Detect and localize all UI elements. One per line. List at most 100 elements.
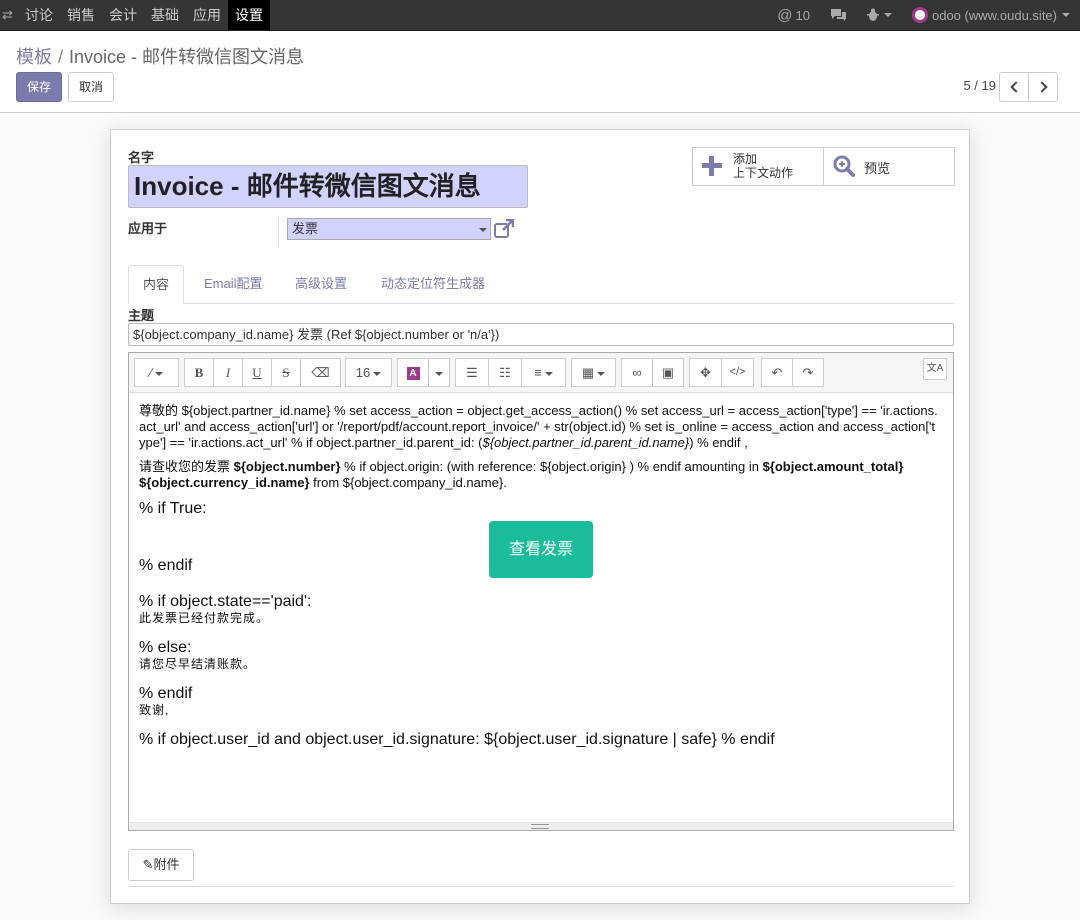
menu-item-sales[interactable]: 销售 — [60, 0, 102, 30]
add-context-action-line2: 上下文动作 — [733, 166, 794, 180]
chevron-down-icon — [479, 228, 487, 232]
apps-menu-icon[interactable]: ⇄ — [2, 8, 16, 22]
strikethrough-button[interactable]: S — [271, 358, 301, 387]
code-view-button[interactable]: </> — [721, 358, 754, 387]
button-box: 添加 上下文动作 预览 — [692, 147, 955, 186]
chevron-down-icon — [544, 371, 553, 376]
control-panel: 模板 / Invoice - 邮件转微信图文消息 保存 取消 5 / 19 — [0, 31, 1080, 113]
systray: @ 10 odoo (www.oudu.site) — [767, 0, 1080, 30]
font-size-dropdown[interactable]: 16 — [345, 358, 392, 387]
at-icon: @ — [777, 6, 793, 24]
paid-text: 此发票已经付款完成。 — [139, 611, 270, 625]
breadcrumb-separator: / — [58, 47, 64, 67]
tab-email-config[interactable]: Email配置 — [190, 265, 277, 304]
user-name: odoo (www.oudu.site) — [931, 7, 1057, 23]
font-color-icon: A — [406, 367, 420, 381]
user-menu[interactable]: odoo (www.oudu.site) — [902, 0, 1080, 30]
chevron-down-icon — [155, 371, 164, 376]
font-color-button[interactable]: A — [397, 358, 429, 387]
mentions-button[interactable]: @ 10 — [767, 0, 820, 30]
fullscreen-button[interactable]: ✥ — [689, 358, 722, 387]
magic-wand-icon: ⁄ — [149, 365, 153, 380]
cancel-button[interactable]: 取消 — [68, 72, 115, 102]
name-label: 名字 — [128, 150, 155, 165]
breadcrumb-parent[interactable]: 模板 — [16, 47, 52, 67]
divider — [128, 886, 954, 887]
align-icon: ≡ — [534, 365, 542, 380]
bold-button[interactable]: B — [184, 358, 214, 387]
add-context-action-line1: 添加 — [733, 152, 758, 166]
parent-name-placeholder: ${object.partner_id.parent_id.name} — [482, 435, 690, 450]
subject-field[interactable]: ${object.company_id.name} 发票 (Ref ${obje… — [128, 323, 954, 346]
preview-button[interactable]: 预览 — [824, 148, 954, 185]
save-button[interactable]: 保存 — [16, 72, 63, 102]
field-divider — [278, 216, 279, 248]
attachments-label: 附件 — [153, 857, 180, 872]
chevron-left-icon — [1010, 81, 1022, 93]
notebook-tabs: 内容 Email配置 高级设置 动态定位符生成器 — [128, 265, 954, 304]
eraser-button[interactable]: ⌫ — [300, 358, 341, 387]
greeting-end: ) % endif , — [689, 435, 748, 450]
view-invoice-button[interactable]: 查看发票 — [489, 521, 593, 578]
paragraph-dropdown[interactable]: ≡ — [521, 358, 566, 387]
font-size-value: 16 — [355, 365, 371, 380]
italic-button[interactable]: I — [213, 358, 243, 387]
debug-button[interactable] — [857, 0, 902, 30]
underline-button[interactable]: U — [242, 358, 272, 387]
menu-item-accounting[interactable]: 会计 — [102, 0, 144, 30]
paperclip-icon: ✎ — [142, 857, 154, 872]
image-icon: ▣ — [661, 365, 675, 380]
link-button[interactable]: ∞ — [621, 358, 653, 387]
chat-icon — [830, 9, 846, 21]
numbered-list-button[interactable]: ☷ — [488, 358, 522, 387]
numbered-list-icon: ☷ — [499, 365, 511, 380]
expand-icon: ✥ — [700, 365, 711, 380]
tab-placeholder-generator[interactable]: 动态定位符生成器 — [367, 265, 499, 304]
name-field[interactable]: Invoice - 邮件转微信图文消息 — [128, 165, 528, 208]
chat-button[interactable] — [820, 0, 857, 30]
main-menu: 讨论 销售 会计 基础 应用 设置 — [18, 0, 270, 30]
signature-line: % if object.user_id and object.user_id.s… — [139, 731, 775, 748]
chevron-down-icon — [1062, 13, 1070, 17]
image-button[interactable]: ▣ — [652, 358, 684, 387]
add-context-action-button[interactable]: 添加 上下文动作 — [693, 148, 824, 185]
font-color-dropdown[interactable] — [428, 358, 450, 387]
external-link-icon[interactable] — [494, 219, 514, 239]
translate-button[interactable]: 文A — [923, 358, 947, 380]
undo-button[interactable]: ↶ — [761, 358, 793, 387]
bullet-list-button[interactable]: ☰ — [455, 358, 489, 387]
link-icon: ∞ — [632, 365, 642, 380]
table-icon: ▦ — [581, 365, 595, 380]
attachments-button[interactable]: ✎附件 — [128, 849, 194, 881]
redo-button[interactable]: ↷ — [792, 358, 824, 387]
pager-previous-button[interactable] — [999, 72, 1029, 102]
editor-toolbar: ⁄ B I U S ⌫ 16 A ☰ ☷ ≡ ▦ ∞ ▣ ✥ </> ↶ ↷ 文… — [129, 353, 953, 393]
tab-content[interactable]: 内容 — [128, 265, 185, 304]
if-paid-line: % if object.state=='paid': — [139, 593, 312, 610]
invoice-number-placeholder: ${object.number} — [233, 459, 341, 474]
style-dropdown[interactable]: ⁄ — [134, 358, 179, 387]
table-dropdown[interactable]: ▦ — [571, 358, 616, 387]
bug-icon — [866, 8, 879, 21]
mentions-count: 10 — [795, 7, 810, 23]
editor-resize-handle[interactable] — [129, 822, 953, 830]
apply-to-select[interactable]: 发票 — [287, 218, 491, 240]
body-editor[interactable]: ⁄ B I U S ⌫ 16 A ☰ ☷ ≡ ▦ ∞ ▣ ✥ </> ↶ ↷ 文… — [128, 352, 954, 831]
redo-icon: ↷ — [802, 365, 814, 380]
pager-next-button[interactable] — [1028, 72, 1058, 102]
thanks-text: 致谢, — [139, 703, 170, 717]
if-true-line: % if True: — [139, 500, 207, 517]
avatar — [911, 7, 928, 23]
greeting-paragraph: 尊敬的 ${object.partner_id.name} % set acce… — [139, 403, 939, 451]
menu-item-discuss[interactable]: 讨论 — [18, 0, 60, 30]
menu-item-settings[interactable]: 设置 — [228, 0, 270, 30]
tab-advanced[interactable]: 高级设置 — [281, 265, 361, 304]
invoice-text-a: 请查收您的发票 — [139, 459, 234, 474]
form-sheet: 名字 Invoice - 邮件转微信图文消息 添加 上下文动作 预览 应用于 发… — [110, 129, 970, 904]
menu-item-apps[interactable]: 应用 — [186, 0, 228, 30]
chevron-down-icon — [883, 13, 892, 17]
chevron-down-icon — [435, 371, 443, 376]
menu-item-base[interactable]: 基础 — [144, 0, 186, 30]
bullet-list-icon: ☰ — [466, 365, 478, 380]
unpaid-text: 请您尽早结清账款。 — [139, 657, 257, 671]
